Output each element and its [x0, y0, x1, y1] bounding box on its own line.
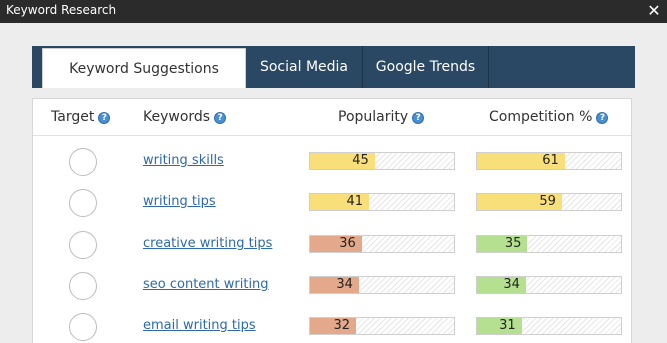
popularity-value: 41: [346, 194, 364, 209]
competition-value: 59: [539, 194, 556, 209]
competition-bar: 35: [476, 235, 622, 253]
target-radio[interactable]: [69, 272, 97, 300]
popularity-value: 32: [333, 318, 351, 333]
target-radio[interactable]: [69, 148, 97, 176]
column-header-keywords: Keywords?: [143, 109, 227, 129]
competition-bar: 34: [476, 276, 622, 294]
competition-bar: 59: [476, 193, 622, 211]
tab-social-media[interactable]: Social Media: [246, 46, 363, 88]
help-icon[interactable]: ?: [98, 112, 111, 124]
column-header-target: Target?: [51, 109, 111, 129]
keyword-link[interactable]: seo content writing: [143, 277, 269, 292]
column-header-popularity: Popularity?: [338, 109, 425, 129]
help-icon[interactable]: ?: [596, 112, 609, 124]
target-radio[interactable]: [69, 231, 97, 259]
popularity-value: 36: [339, 236, 356, 251]
tab-google-trends[interactable]: Google Trends: [363, 46, 489, 88]
popularity-value: 45: [352, 153, 369, 168]
competition-bar: 61: [476, 152, 622, 170]
keyword-link[interactable]: email writing tips: [143, 318, 256, 333]
column-header-target-label: Target: [51, 109, 95, 125]
popularity-bar: 32: [309, 317, 455, 335]
table-row: writing tips 41 59: [33, 185, 631, 225]
table-row: email writing tips 32 31: [33, 309, 631, 343]
keyword-link[interactable]: writing tips: [143, 194, 216, 209]
close-icon[interactable]: ✕: [645, 0, 663, 22]
help-icon[interactable]: ?: [412, 112, 425, 124]
column-header-popularity-label: Popularity: [338, 109, 409, 125]
popularity-bar: 41: [309, 193, 455, 211]
title-bar: Keyword Research ✕: [0, 0, 667, 23]
competition-value: 35: [504, 236, 522, 251]
competition-bar: 31: [476, 317, 622, 335]
column-header-competition-label: Competition %: [489, 109, 593, 125]
keyword-link[interactable]: creative writing tips: [143, 236, 272, 251]
keyword-table: Target? Keywords? Popularity? Competitio…: [32, 98, 632, 343]
table-row: creative writing tips 36 35: [33, 227, 631, 267]
popularity-value: 34: [336, 277, 353, 292]
table-row: writing skills 45 61: [33, 144, 631, 184]
popularity-bar: 34: [309, 276, 455, 294]
header-divider: [33, 135, 631, 136]
popularity-bar: 36: [309, 235, 455, 253]
tab-keyword-suggestions[interactable]: Keyword Suggestions: [42, 48, 246, 88]
popularity-bar: 45: [309, 152, 455, 170]
competition-value: 34: [503, 277, 520, 292]
tab-bar: Keyword Suggestions Social Media Google …: [32, 46, 635, 88]
column-header-keywords-label: Keywords: [143, 109, 211, 125]
table-row: seo content writing 34 34: [33, 268, 631, 308]
help-icon[interactable]: ?: [214, 112, 227, 124]
competition-value: 31: [499, 318, 516, 333]
keyword-link[interactable]: writing skills: [143, 153, 224, 168]
competition-value: 61: [542, 153, 559, 168]
column-header-competition: Competition %?: [489, 109, 609, 129]
window-title: Keyword Research: [6, 3, 117, 17]
target-radio[interactable]: [69, 313, 97, 341]
target-radio[interactable]: [69, 189, 97, 217]
